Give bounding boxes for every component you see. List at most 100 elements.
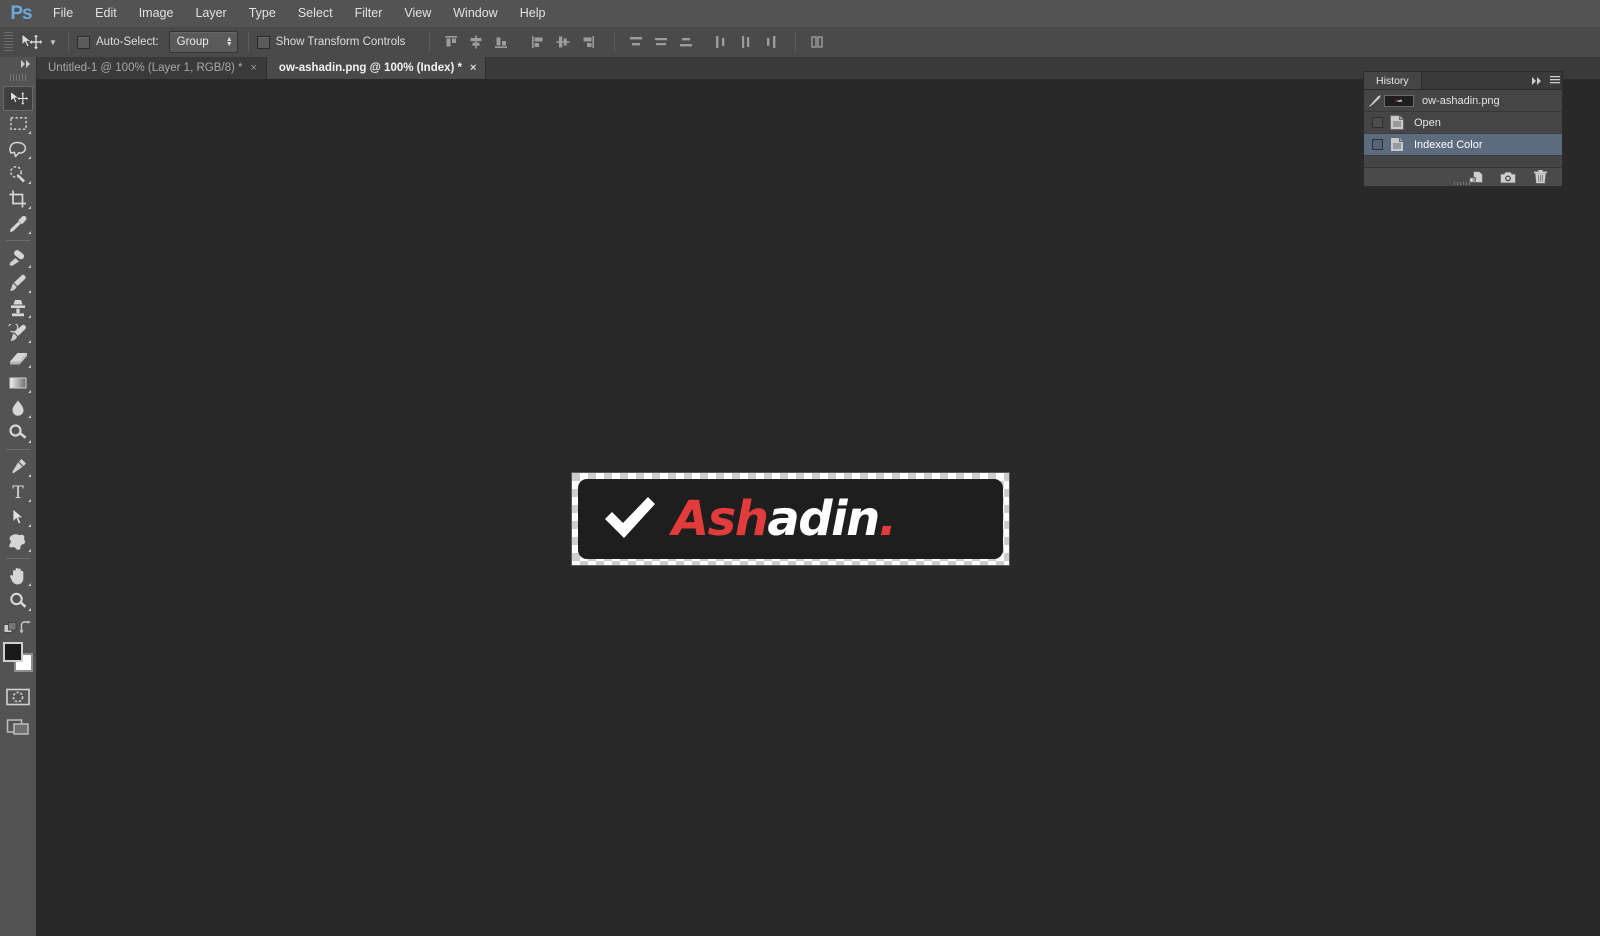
document-tab-ow-ashadin[interactable]: ow-ashadin.png @ 100% (Index) * × xyxy=(266,57,487,79)
menu-layer[interactable]: Layer xyxy=(184,0,237,27)
tool-zoom[interactable] xyxy=(3,588,33,613)
tool-lasso[interactable] xyxy=(3,136,33,161)
logo-wordmark: Ashadin. xyxy=(672,495,897,543)
tab-title: ow-ashadin.png @ 100% (Index) * xyxy=(278,62,463,74)
menu-image[interactable]: Image xyxy=(128,0,185,27)
history-state-indexed-color[interactable]: Indexed Color xyxy=(1364,134,1562,156)
flyout-triangle-icon xyxy=(28,340,31,343)
flyout-triangle-icon xyxy=(28,499,31,502)
align-top-edges-button[interactable] xyxy=(438,31,463,53)
tools-panel: T xyxy=(0,57,37,936)
options-bar: ▼ Auto-Select: Group ▲ ▼ Show Transform C… xyxy=(0,27,1600,58)
menu-edit[interactable]: Edit xyxy=(84,0,128,27)
document-canvas[interactable]: Ashadin. xyxy=(572,473,1009,565)
tool-quick-selection[interactable] xyxy=(3,161,33,186)
default-colors-icon[interactable] xyxy=(4,622,17,635)
tool-clone-stamp[interactable] xyxy=(3,295,33,320)
history-source-checkbox[interactable] xyxy=(1372,117,1383,128)
close-icon[interactable]: × xyxy=(470,62,476,74)
tool-custom-shape[interactable] xyxy=(3,529,33,554)
close-icon[interactable]: × xyxy=(250,62,256,74)
color-swatches xyxy=(3,642,33,672)
canvas-area[interactable]: Ashadin. xyxy=(36,79,1600,936)
flyout-triangle-icon xyxy=(28,206,31,209)
distribute-horizontal-centers-button[interactable] xyxy=(733,31,758,53)
distribute-top-edges-button[interactable] xyxy=(623,31,648,53)
flyout-triangle-icon xyxy=(28,265,31,268)
auto-select-scope-dropdown[interactable]: Group ▲ ▼ xyxy=(168,31,238,53)
menu-select[interactable]: Select xyxy=(287,0,344,27)
swap-colors-icon[interactable] xyxy=(19,621,33,634)
tools-panel-grip[interactable] xyxy=(10,74,26,81)
tools-collapse-icon[interactable] xyxy=(0,57,36,70)
menu-type[interactable]: Type xyxy=(238,0,287,27)
distribute-bottom-edges-button[interactable] xyxy=(673,31,698,53)
history-panel-drag-area[interactable] xyxy=(1422,72,1526,89)
panel-menu-icon[interactable] xyxy=(1548,72,1562,89)
tool-path-selection[interactable] xyxy=(3,504,33,529)
tool-pen[interactable] xyxy=(3,454,33,479)
checkmark-icon xyxy=(605,497,655,538)
show-transform-controls-label: Show Transform Controls xyxy=(275,36,406,48)
document-tab-untitled-1[interactable]: Untitled-1 @ 100% (Layer 1, RGB/8) * × xyxy=(36,57,267,79)
logo-text-dot: . xyxy=(878,491,897,547)
auto-align-layers-button[interactable] xyxy=(804,31,829,53)
history-snapshot-thumbnail: Ash. xyxy=(1384,94,1414,107)
tool-blur[interactable] xyxy=(3,395,33,420)
tool-preset-chevron-down-icon[interactable]: ▼ xyxy=(46,30,60,54)
distribute-right-edges-button[interactable] xyxy=(758,31,783,53)
align-vertical-centers-button[interactable] xyxy=(463,31,488,53)
align-right-edges-button[interactable] xyxy=(575,31,600,53)
menu-help[interactable]: Help xyxy=(509,0,557,27)
quick-mask-mode-button[interactable] xyxy=(3,684,33,709)
tool-eyedropper[interactable] xyxy=(3,211,33,236)
distribute-vertical-centers-button[interactable] xyxy=(648,31,673,53)
tool-dodge[interactable] xyxy=(3,420,33,445)
collapse-panel-icon[interactable] xyxy=(1526,72,1548,89)
history-brush-source-icon[interactable] xyxy=(1368,94,1381,107)
tool-move[interactable] xyxy=(3,86,33,111)
show-transform-controls-checkbox[interactable] xyxy=(256,35,270,49)
history-state-label: Open xyxy=(1414,116,1441,129)
flyout-triangle-icon xyxy=(28,315,31,318)
tool-history-brush[interactable] xyxy=(3,320,33,345)
auto-select-checkbox[interactable] xyxy=(77,35,90,49)
menu-view[interactable]: View xyxy=(393,0,442,27)
screen-mode-button[interactable] xyxy=(3,713,33,738)
history-state-open[interactable]: Open xyxy=(1364,112,1562,134)
tool-spot-healing-brush[interactable] xyxy=(3,245,33,270)
distribute-left-edges-button[interactable] xyxy=(708,31,733,53)
foreground-color-swatch[interactable] xyxy=(3,642,23,662)
logo-artwork: Ashadin. xyxy=(578,479,1003,559)
history-panel-resize-grip[interactable] xyxy=(1454,182,1472,185)
tab-history[interactable]: History xyxy=(1364,72,1422,89)
options-divider-3 xyxy=(429,32,431,52)
delete-state-button[interactable] xyxy=(1532,170,1548,185)
menu-file[interactable]: File xyxy=(42,0,84,27)
tool-gradient[interactable] xyxy=(3,370,33,395)
align-bottom-edges-button[interactable] xyxy=(488,31,513,53)
document-state-icon xyxy=(1389,137,1405,153)
tool-brush[interactable] xyxy=(3,270,33,295)
align-horizontal-centers-button[interactable] xyxy=(550,31,575,53)
flyout-triangle-icon xyxy=(28,549,31,552)
logo-text-white: adin xyxy=(767,491,880,547)
create-new-snapshot-button[interactable] xyxy=(1500,170,1516,185)
options-bar-grip[interactable] xyxy=(4,32,13,52)
flyout-triangle-icon xyxy=(28,365,31,368)
tool-eraser[interactable] xyxy=(3,345,33,370)
history-panel-tab-bar: History xyxy=(1364,72,1562,90)
history-state-list[interactable]: Ash. ow-ashadin.png Open Indexed Color xyxy=(1364,90,1562,167)
options-divider xyxy=(68,32,69,52)
history-snapshot-row[interactable]: Ash. ow-ashadin.png xyxy=(1364,90,1562,112)
history-source-checkbox[interactable] xyxy=(1372,139,1383,150)
align-left-edges-button[interactable] xyxy=(525,31,550,53)
flyout-triangle-icon xyxy=(28,181,31,184)
move-tool-icon[interactable] xyxy=(16,30,46,54)
menu-filter[interactable]: Filter xyxy=(344,0,394,27)
menu-window[interactable]: Window xyxy=(442,0,508,27)
tool-hand[interactable] xyxy=(3,563,33,588)
tool-rectangular-marquee[interactable] xyxy=(3,111,33,136)
tool-crop[interactable] xyxy=(3,186,33,211)
tool-horizontal-type[interactable]: T xyxy=(3,479,33,504)
